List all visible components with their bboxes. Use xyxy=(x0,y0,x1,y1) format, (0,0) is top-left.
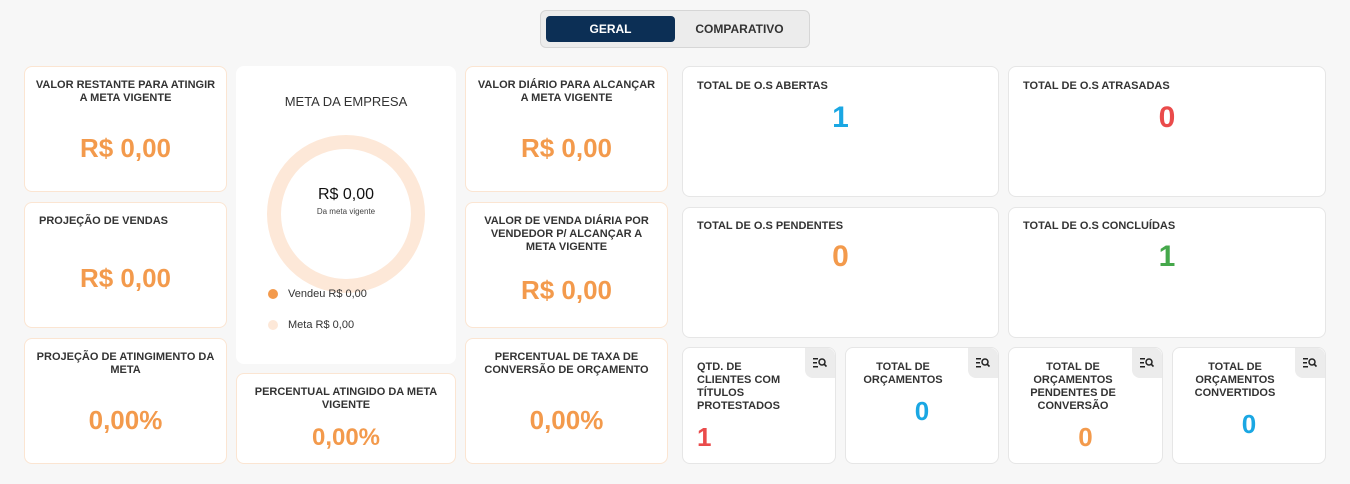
projecao-vendas-title: PROJEÇÃO DE VENDAS xyxy=(39,215,168,227)
valor-restante-card: VALOR RESTANTE PARA ATINGIR A META VIGEN… xyxy=(24,66,227,192)
valor-restante-title: VALOR RESTANTE PARA ATINGIR A META VIGEN… xyxy=(35,79,216,104)
orcamentos-card: TOTAL DE ORÇAMENTOS 0 xyxy=(845,347,999,464)
orcamentos-value: 0 xyxy=(914,396,930,426)
os-atrasadas-value: 0 xyxy=(1158,101,1176,134)
os-concluidas-title: TOTAL DE O.S CONCLUÍDAS xyxy=(1023,220,1176,232)
valor-vendedor-title: VALOR DE VENDA DIÁRIA POR VENDEDOR P/ AL… xyxy=(484,215,649,253)
percentual-conversao-value: 0,00% xyxy=(529,405,604,435)
os-pendentes-value: 0 xyxy=(832,240,849,273)
pendentes-conversao-card: TOTAL DE ORÇAMENTOS PENDENTES DE CONVERS… xyxy=(1008,347,1163,464)
legend-vendeu-dot xyxy=(268,289,278,299)
os-pendentes-title: TOTAL DE O.S PENDENTES xyxy=(697,220,844,232)
percentual-atingido-title: PERCENTUAL ATINGIDO DA META VIGENTE xyxy=(254,386,438,411)
meta-empresa-card: META DA EMPRESA R$ 0,00 Da meta vigente … xyxy=(236,66,456,364)
list-search-icon xyxy=(813,358,827,368)
pendentes-conversao-detail-button[interactable] xyxy=(1132,348,1162,378)
meta-empresa-title: META DA EMPRESA xyxy=(284,94,408,109)
projecao-atingimento-title: PROJEÇÃO DE ATINGIMENTO DA META xyxy=(36,351,215,376)
donut-center-caption: Da meta vigente xyxy=(316,207,376,216)
list-search-icon xyxy=(1140,358,1154,368)
pendentes-conversao-value: 0 xyxy=(1078,422,1093,452)
protestados-value: 1 xyxy=(697,422,712,452)
os-concluidas-card: TOTAL DE O.S CONCLUÍDAS 1 xyxy=(1008,207,1326,338)
os-abertas-title: TOTAL DE O.S ABERTAS xyxy=(697,80,828,92)
convertidos-detail-button[interactable] xyxy=(1295,348,1325,378)
list-search-icon xyxy=(1303,358,1317,368)
legend-meta-value: R$ 0,00 xyxy=(315,319,355,331)
projecao-atingimento-card: PROJEÇÃO DE ATINGIMENTO DA META 0,00% xyxy=(24,338,227,464)
legend-vendeu-value: R$ 0,00 xyxy=(328,288,367,300)
convertidos-card: TOTAL DE ORÇAMENTOS CONVERTIDOS 0 xyxy=(1172,347,1326,464)
valor-vendedor-value: R$ 0,00 xyxy=(520,275,613,305)
view-tabs: GERAL COMPARATIVO xyxy=(540,10,810,48)
os-concluidas-value: 1 xyxy=(1158,240,1176,273)
protestados-detail-button[interactable] xyxy=(805,348,835,378)
os-atrasadas-title: TOTAL DE O.S ATRASADAS xyxy=(1023,80,1170,92)
legend-meta: Meta R$ 0,00 xyxy=(268,319,354,331)
os-atrasadas-card: TOTAL DE O.S ATRASADAS 0 xyxy=(1008,66,1326,197)
valor-diario-value: R$ 0,00 xyxy=(520,133,613,163)
valor-diario-card: VALOR DIÁRIO PARA ALCANÇAR A META VIGENT… xyxy=(465,66,668,192)
convertidos-value: 0 xyxy=(1241,409,1257,439)
legend-meta-dot xyxy=(268,320,278,330)
os-abertas-card: TOTAL DE O.S ABERTAS 1 xyxy=(682,66,999,197)
valor-diario-title: VALOR DIÁRIO PARA ALCANÇAR A META VIGENT… xyxy=(477,79,656,104)
donut-center-value: R$ 0,00 xyxy=(317,186,375,203)
projecao-vendas-card: PROJEÇÃO DE VENDAS R$ 0,00 xyxy=(24,202,227,328)
percentual-atingido-value: 0,00% xyxy=(311,424,381,451)
orcamentos-detail-button[interactable] xyxy=(968,348,998,378)
convertidos-title: TOTAL DE ORÇAMENTOS CONVERTIDOS xyxy=(1194,361,1276,399)
tab-comparativo[interactable]: COMPARATIVO xyxy=(675,16,804,42)
legend-vendeu-label: Vendeu xyxy=(288,288,326,300)
valor-vendedor-card: VALOR DE VENDA DIÁRIA POR VENDEDOR P/ AL… xyxy=(465,202,668,328)
os-pendentes-card: TOTAL DE O.S PENDENTES 0 xyxy=(682,207,999,338)
protestados-card: QTD. DE CLIENTES COM TÍTULOS PROTESTADOS… xyxy=(682,347,836,464)
projecao-vendas-value: R$ 0,00 xyxy=(79,263,172,293)
valor-restante-value: R$ 0,00 xyxy=(79,133,172,163)
percentual-conversao-card: PERCENTUAL DE TAXA DE CONVERSÃO DE ORÇAM… xyxy=(465,338,668,464)
tab-geral[interactable]: GERAL xyxy=(546,16,675,42)
protestados-title: QTD. DE CLIENTES COM TÍTULOS PROTESTADOS xyxy=(697,361,781,412)
os-abertas-value: 1 xyxy=(832,101,849,134)
legend-vendeu: Vendeu R$ 0,00 xyxy=(268,288,367,300)
list-search-icon xyxy=(976,358,990,368)
legend-meta-label: Meta xyxy=(288,319,313,331)
pendentes-conversao-title: TOTAL DE ORÇAMENTOS PENDENTES DE CONVERS… xyxy=(1030,361,1116,412)
projecao-atingimento-value: 0,00% xyxy=(88,405,163,435)
percentual-atingido-card: PERCENTUAL ATINGIDO DA META VIGENTE 0,00… xyxy=(236,373,456,464)
orcamentos-title: TOTAL DE ORÇAMENTOS xyxy=(863,361,943,386)
percentual-conversao-title: PERCENTUAL DE TAXA DE CONVERSÃO DE ORÇAM… xyxy=(484,351,649,376)
